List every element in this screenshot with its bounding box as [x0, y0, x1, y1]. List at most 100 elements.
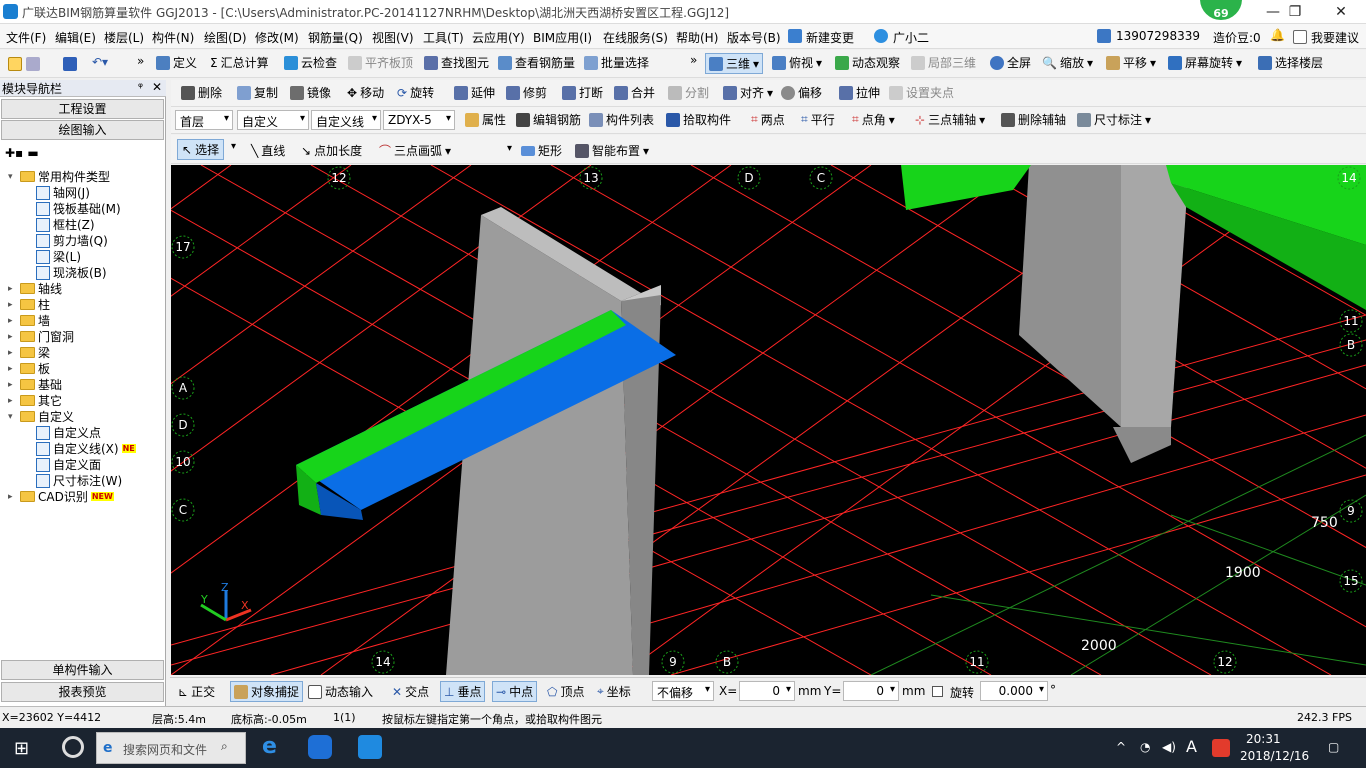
app-icon-taskbar[interactable] [358, 735, 382, 759]
edit-rebar-button[interactable]: 编辑钢筋 [516, 111, 581, 128]
menu-new-change[interactable]: 新建变更 [806, 29, 854, 46]
floor-select[interactable]: 首层 [175, 110, 233, 130]
undo-icon[interactable]: ↶▾ [92, 55, 108, 69]
expand-icon[interactable]: ▸ [8, 348, 17, 358]
type-select[interactable]: 自定义 [237, 110, 309, 130]
tree-item[interactable]: ▸ 墙 [8, 312, 50, 329]
beans-count[interactable]: 造价豆:0 [1213, 29, 1261, 46]
expand-icon[interactable]: ▸ [8, 316, 17, 326]
tree-item[interactable]: 梁(L) [36, 248, 81, 265]
tree-item[interactable]: 轴网(J) [36, 184, 90, 201]
tree-item[interactable]: ▸ CAD识别 NEW [8, 488, 114, 505]
component-name-select[interactable]: ZDYX-5 [383, 110, 455, 130]
glodon-icon[interactable] [308, 735, 332, 759]
rotate-input[interactable]: 0.000 [980, 681, 1048, 701]
expand-icon[interactable]: ▸ [8, 492, 17, 502]
y-input[interactable]: 0 [843, 681, 899, 701]
expand-icon[interactable]: ▸ [8, 364, 17, 374]
notification-center-icon[interactable]: ▢ [1328, 740, 1339, 754]
midpoint-toggle[interactable]: ⊸ 中点 [492, 681, 538, 702]
coordinate-toggle[interactable]: ⌖ 坐标 [597, 683, 631, 700]
wall-back-left[interactable] [1019, 165, 1121, 427]
ime-app-icon[interactable] [1212, 739, 1230, 757]
object-snap-toggle[interactable]: 对象捕捉 [230, 681, 304, 702]
menu-tools[interactable]: 工具(T) [423, 29, 464, 46]
drawing-input-button[interactable]: 绘图输入 [1, 120, 164, 140]
break-button[interactable]: 打断 [562, 84, 603, 101]
tray-expand-icon[interactable]: ^ [1116, 740, 1126, 754]
save-icon[interactable] [63, 57, 77, 71]
ime-indicator[interactable]: A [1186, 737, 1197, 756]
local-3d-button[interactable]: 局部三维 [911, 54, 976, 71]
x-input[interactable]: 0 [739, 681, 795, 701]
two-points-button[interactable]: ⌗ 两点 [751, 111, 785, 128]
expand-icon[interactable]: ▸ [8, 396, 17, 406]
line-button[interactable]: ╲ 直线 [251, 142, 285, 159]
network-icon[interactable]: ◔ [1140, 740, 1150, 754]
define-button[interactable]: 定义 [156, 54, 197, 71]
tree-item[interactable]: 筏板基础(M) [36, 200, 121, 217]
volume-icon[interactable]: ◀) [1162, 740, 1176, 754]
cloud-check-button[interactable]: 云检查 [284, 54, 337, 71]
tree-item[interactable]: ▸ 柱 [8, 296, 50, 313]
3d-viewport[interactable]: 12 13 D C 14 17 11 B A D 10 C 9 15 14 9 B 11 12 750 1900 200… [171, 165, 1366, 675]
move-button[interactable]: ✥ 移动 [347, 84, 384, 101]
tree-item[interactable]: ▸ 基础 [8, 376, 62, 393]
select-button[interactable]: ↖ 选择 [177, 139, 225, 160]
tree-item[interactable]: 自定义点 [36, 424, 101, 441]
three-point-arc-button[interactable]: ⌒ 三点画弧 ▾ [379, 142, 451, 159]
menu-assistant[interactable]: 广小二 [893, 29, 929, 46]
more-icon-2[interactable]: » [690, 53, 697, 67]
align-slab-top-button[interactable]: 平齐板顶 [348, 54, 413, 71]
expand-icon[interactable]: ▸ [8, 332, 17, 342]
pin-icon[interactable]: ᵠ [138, 80, 143, 94]
tree-item[interactable]: ▸ 轴线 [8, 280, 62, 297]
component-list-button[interactable]: 构件列表 [589, 111, 654, 128]
split-button[interactable]: 分割 [668, 84, 709, 101]
collapse-icon[interactable]: ▾ [8, 172, 17, 182]
3d-scene[interactable]: 12 13 D C 14 17 11 B A D 10 C 9 15 14 9 B 11 12 750 1900 200… [171, 165, 1366, 675]
expand-icon[interactable]: ▸ [8, 300, 17, 310]
notification-badge[interactable]: 69 [1198, 0, 1244, 22]
tree-item[interactable]: ▾ 常用构件类型 [8, 168, 110, 185]
arc-more-icon[interactable]: ▾ [507, 143, 512, 154]
single-component-button[interactable]: 单构件输入 [1, 660, 164, 680]
point-angle-button[interactable]: ⌗ 点角 ▾ [852, 111, 895, 128]
merge-button[interactable]: 合并 [614, 84, 655, 101]
rotate-checkbox[interactable] [932, 686, 943, 697]
perpendicular-toggle[interactable]: ⊥ 垂点 [440, 681, 486, 702]
panel-close-icon[interactable]: ✕ [152, 80, 162, 94]
collapse-icon[interactable]: ▾ [8, 412, 17, 422]
windows-start-icon[interactable]: ⊞ [14, 738, 29, 759]
expand-icon[interactable]: ▸ [8, 380, 17, 390]
copy-button[interactable]: 复制 [237, 84, 278, 101]
tree-item[interactable]: 框柱(Z) [36, 216, 95, 233]
grip-button[interactable]: 设置夹点 [889, 84, 954, 101]
batch-select-button[interactable]: 批量选择 [584, 54, 649, 71]
delete-axis-button[interactable]: 删除辅轴 [1001, 111, 1066, 128]
tree-item[interactable]: 自定义线(X) NE [36, 440, 136, 457]
point-length-button[interactable]: ↘ 点加长度 [301, 142, 362, 159]
menu-view[interactable]: 视图(V) [372, 29, 414, 46]
wall-back-face[interactable] [1121, 165, 1189, 427]
tree-item[interactable]: ▸ 门窗洞 [8, 328, 74, 345]
search-box[interactable]: e 搜索网页和文件 ⌕ [96, 732, 246, 764]
tree-item[interactable]: 现浇板(B) [36, 264, 107, 281]
close-button[interactable]: ✕ [1318, 0, 1364, 24]
align-button[interactable]: 对齐 ▾ [723, 84, 773, 101]
menu-edit[interactable]: 编辑(E) [55, 29, 96, 46]
open-icon[interactable] [8, 57, 22, 71]
menu-cloud[interactable]: 云应用(Y) [472, 29, 525, 46]
ortho-toggle[interactable]: ⊾ 正交 [178, 683, 215, 700]
tree-item[interactable]: 自定义面 [36, 456, 101, 473]
menu-rebar[interactable]: 钢筋量(Q) [308, 29, 363, 46]
pick-component-button[interactable]: 拾取构件 [666, 111, 731, 128]
more-icon[interactable]: » [137, 54, 144, 68]
menu-online[interactable]: 在线服务(S) [603, 29, 668, 46]
top-view-button[interactable]: 俯视 ▾ [772, 54, 822, 71]
suggest-link[interactable]: 我要建议 [1311, 29, 1359, 46]
dimension-button[interactable]: 尺寸标注 ▾ [1077, 111, 1151, 128]
select-floor-button[interactable]: 选择楼层 [1258, 54, 1323, 71]
folder-icon[interactable] [26, 57, 40, 71]
intersection-toggle[interactable]: ✕ 交点 [392, 683, 429, 700]
